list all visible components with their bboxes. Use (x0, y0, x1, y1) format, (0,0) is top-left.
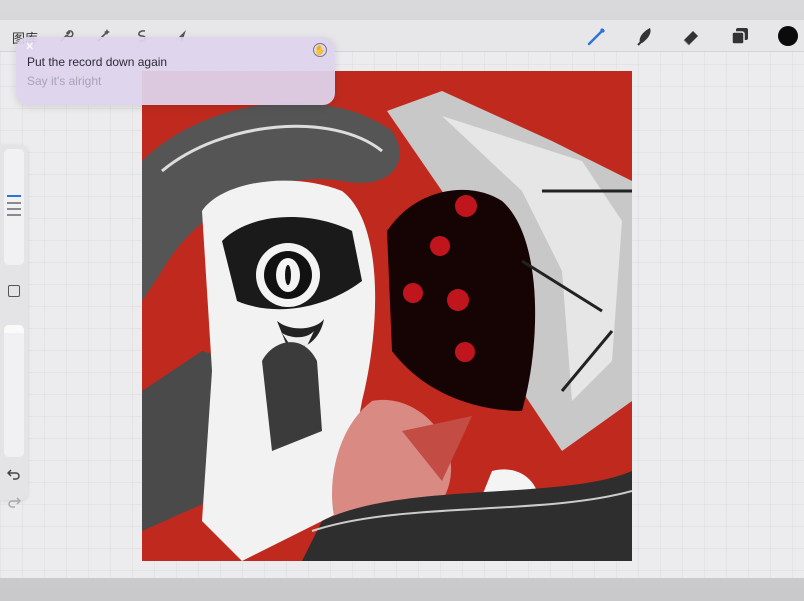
drawing-canvas[interactable] (142, 71, 632, 561)
modify-square-button[interactable] (8, 285, 20, 297)
toast-title: Put the record down again (27, 55, 168, 69)
artwork-illustration (142, 71, 632, 561)
procreate-screen: 图库 (0, 20, 804, 578)
slider-tick (7, 214, 21, 216)
grab-hand-icon[interactable]: ✋ (313, 43, 327, 57)
layers-icon[interactable] (729, 25, 751, 47)
brush-icon[interactable] (586, 25, 608, 47)
opacity-thumb[interactable] (4, 325, 24, 333)
opacity-slider[interactable] (4, 325, 24, 457)
smudge-icon[interactable] (634, 25, 656, 47)
eraser-icon[interactable] (680, 25, 702, 47)
left-sidebar (0, 145, 28, 508)
slider-tick (7, 202, 21, 204)
close-icon[interactable]: ✕ (25, 40, 34, 53)
redo-icon[interactable] (7, 495, 22, 512)
music-notification-toast[interactable]: ✕ ✋ Put the record down again Say it's a… (16, 37, 335, 105)
toast-subtitle: Say it's alright (27, 74, 102, 88)
brush-size-slider[interactable] (4, 149, 24, 265)
slider-tick (7, 208, 21, 210)
color-picker-button[interactable] (778, 26, 798, 46)
device-frame: 图库 (0, 0, 804, 601)
undo-icon[interactable] (6, 467, 21, 484)
brush-size-thumb[interactable] (7, 195, 21, 197)
